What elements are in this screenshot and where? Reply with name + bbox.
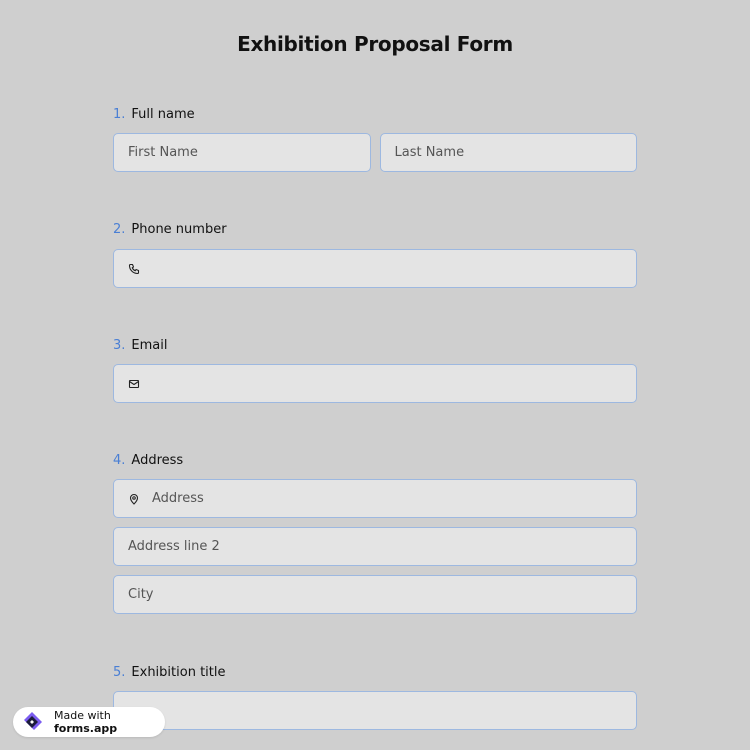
form-title: Exhibition Proposal Form — [237, 32, 513, 56]
question-number: 4. — [113, 453, 126, 468]
badge-prefix: Made with — [54, 709, 111, 722]
mail-icon — [128, 378, 140, 390]
question-exhibition-title: 5. Exhibition title — [113, 663, 637, 730]
made-with-badge[interactable]: Made with forms.app — [13, 707, 165, 737]
question-text: Exhibition title — [131, 665, 226, 680]
question-label: 5. Exhibition title — [113, 663, 637, 683]
question-text: Address — [131, 453, 184, 468]
question-phone: 2. Phone number — [113, 220, 637, 288]
question-number: 2. — [113, 222, 126, 237]
question-address: 4. Address Address Address line 2 City — [113, 451, 637, 623]
city-input[interactable]: City — [113, 575, 637, 614]
address-line2-placeholder: Address line 2 — [128, 539, 220, 554]
email-input[interactable] — [113, 364, 637, 403]
address-line2-input[interactable]: Address line 2 — [113, 527, 637, 566]
question-text: Full name — [131, 107, 195, 122]
question-number: 5. — [113, 665, 126, 680]
last-name-input[interactable]: Last Name — [379, 133, 637, 172]
question-label: 2. Phone number — [113, 220, 637, 240]
last-name-placeholder: Last Name — [394, 145, 465, 160]
exhibition-title-input[interactable] — [113, 691, 637, 730]
question-full-name: 1. Full name First Name Last Name — [113, 105, 637, 172]
question-label: 1. Full name — [113, 105, 637, 125]
location-pin-icon — [128, 493, 140, 505]
badge-brand: forms.app — [54, 722, 118, 735]
question-email: 3. Email — [113, 336, 637, 403]
city-placeholder: City — [128, 587, 154, 602]
question-text: Email — [131, 338, 168, 353]
phone-icon — [128, 263, 140, 275]
forms-app-logo-icon — [20, 710, 48, 734]
question-number: 3. — [113, 338, 126, 353]
first-name-input[interactable]: First Name — [113, 133, 371, 172]
question-label: 4. Address — [113, 451, 637, 471]
question-text: Phone number — [131, 222, 227, 237]
question-number: 1. — [113, 107, 126, 122]
first-name-placeholder: First Name — [128, 145, 198, 160]
address-input[interactable]: Address — [113, 479, 637, 518]
phone-input[interactable] — [113, 249, 637, 288]
question-label: 3. Email — [113, 336, 637, 356]
address-placeholder: Address — [152, 491, 204, 506]
